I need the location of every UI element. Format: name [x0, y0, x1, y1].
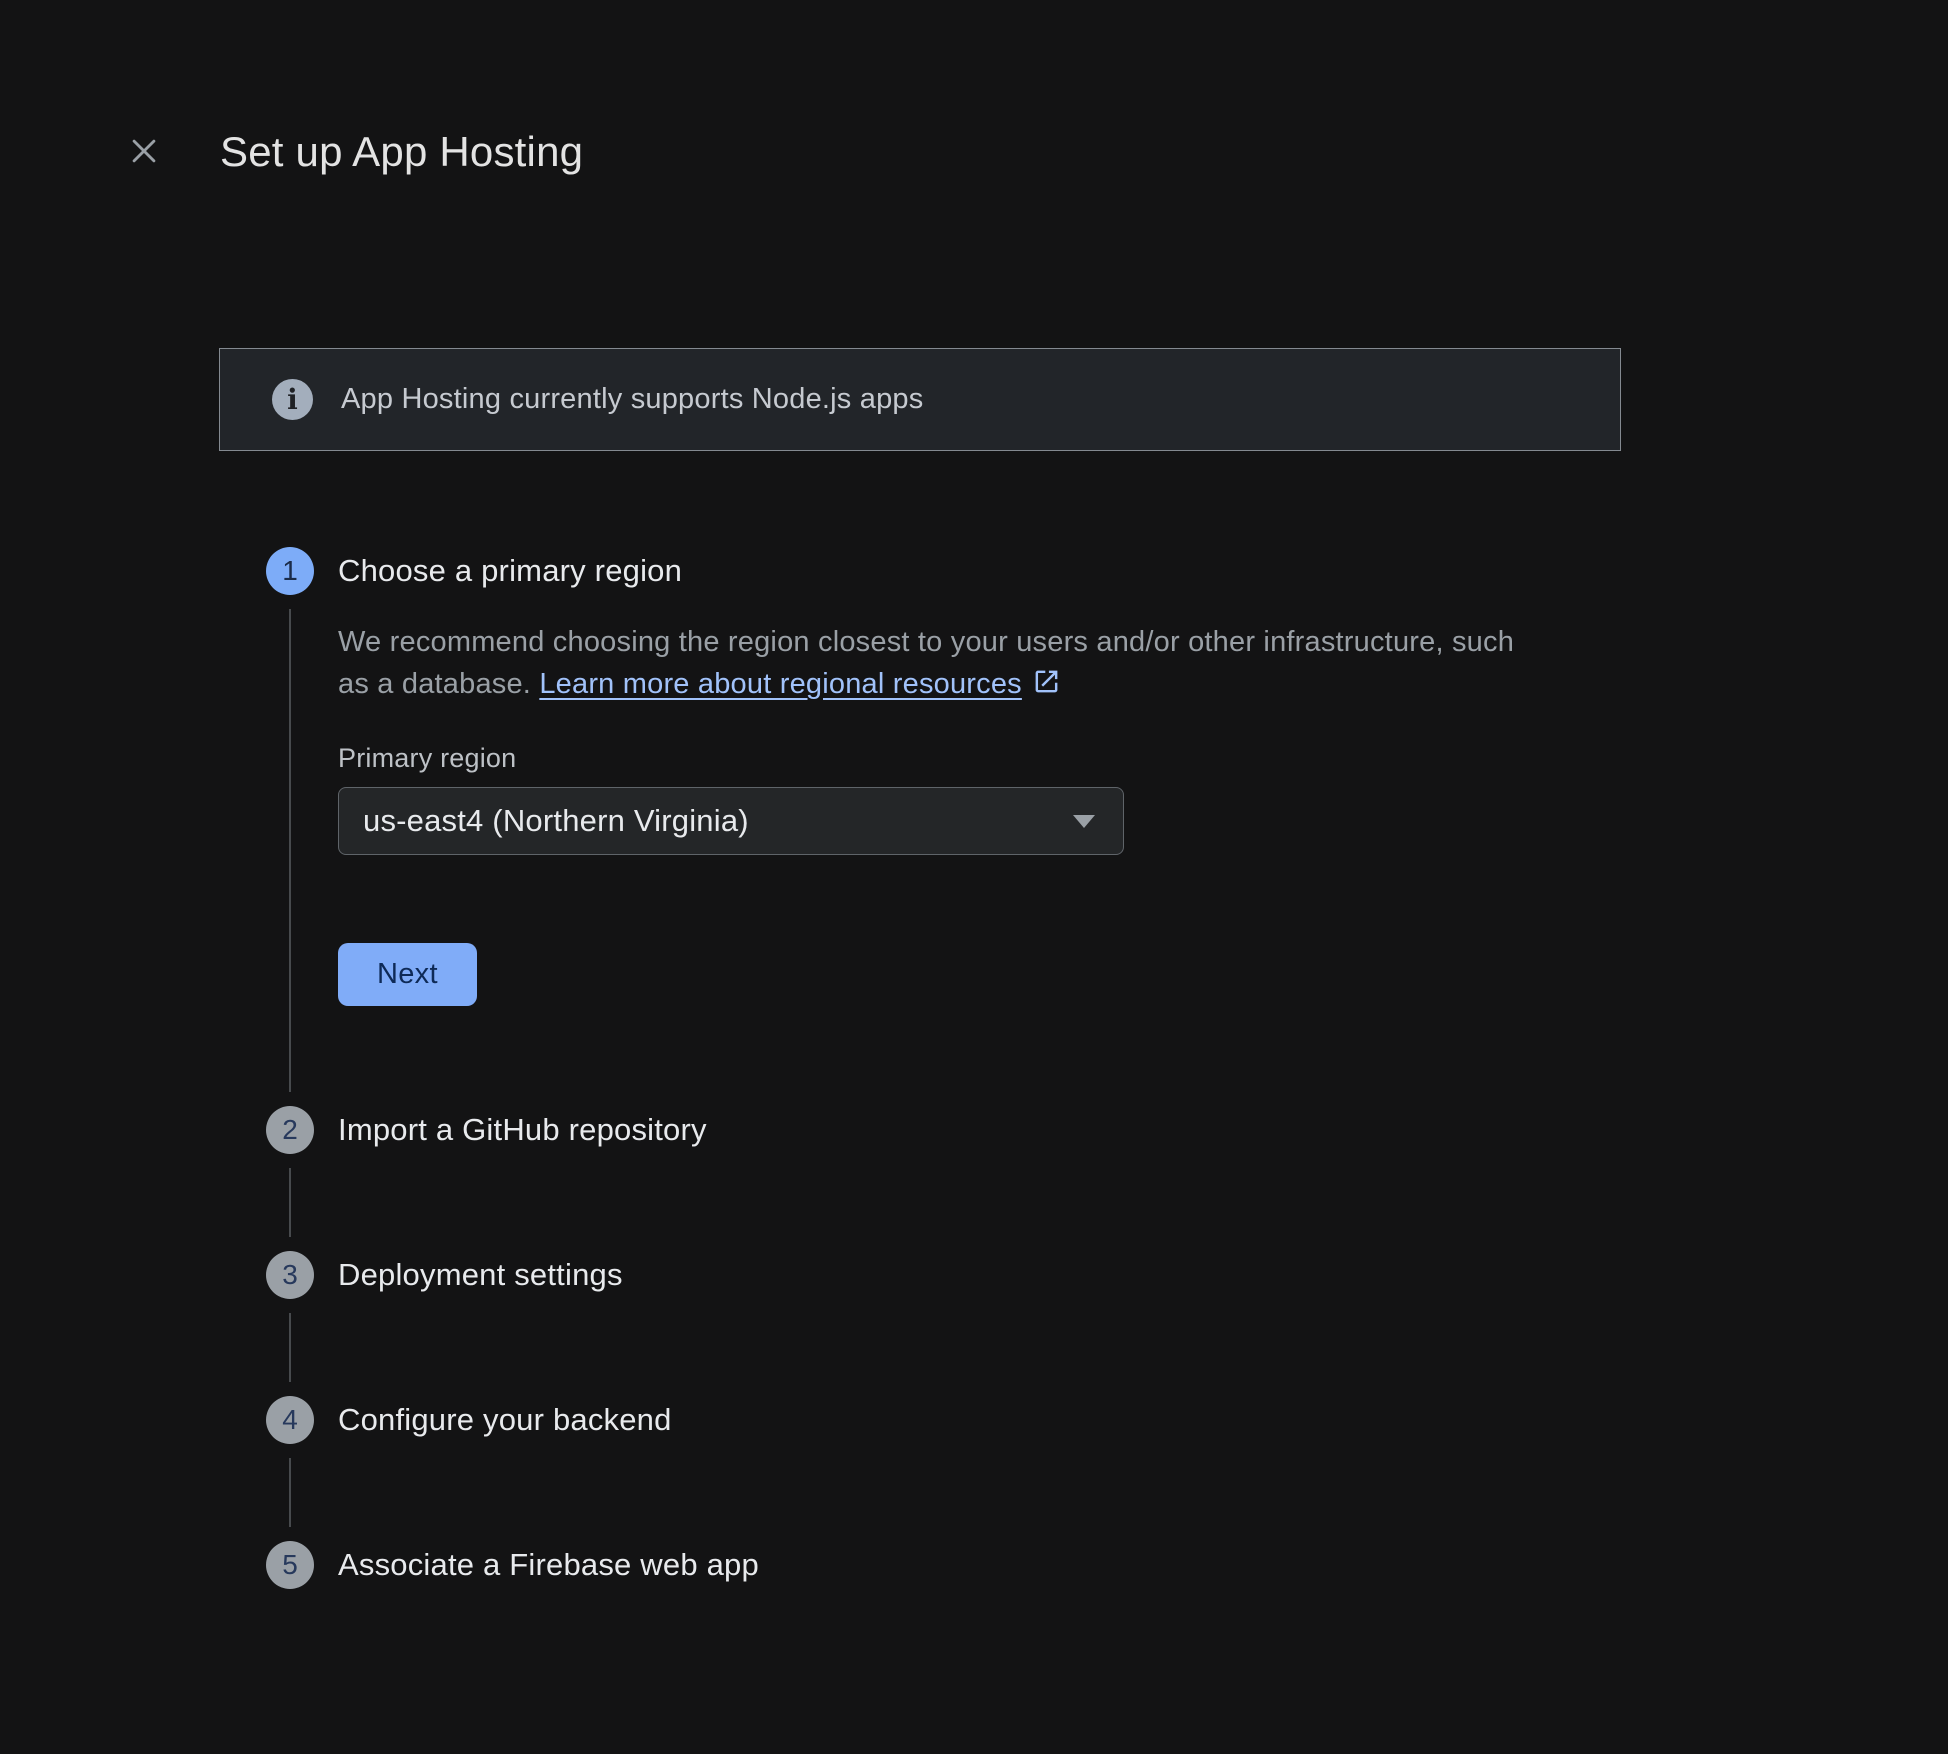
step-import-github-repository: 2 Import a GitHub repository — [266, 1106, 1948, 1251]
step-associate-firebase-web-app: 5 Associate a Firebase web app — [266, 1541, 1948, 1686]
step-rail: 4 — [266, 1396, 314, 1541]
close-button[interactable] — [124, 132, 164, 172]
step-connector-line — [289, 1168, 291, 1237]
step-rail: 5 — [266, 1541, 314, 1686]
step-rail: 2 — [266, 1106, 314, 1251]
close-icon — [127, 134, 161, 171]
page-title: Set up App Hosting — [220, 128, 583, 176]
step-title: Choose a primary region — [338, 547, 1948, 595]
setup-stepper: 1 Choose a primary region We recommend c… — [266, 547, 1948, 1686]
step-connector-line — [289, 1458, 291, 1527]
step-title: Configure your backend — [338, 1396, 1948, 1444]
step-number-badge: 3 — [266, 1251, 314, 1299]
step-deployment-settings: 3 Deployment settings — [266, 1251, 1948, 1396]
next-button[interactable]: Next — [338, 943, 477, 1006]
step-connector-line — [289, 1313, 291, 1382]
step-configure-your-backend: 4 Configure your backend — [266, 1396, 1948, 1541]
step-number-badge: 4 — [266, 1396, 314, 1444]
info-icon: i — [272, 379, 313, 420]
step-description: We recommend choosing the region closest… — [338, 621, 1533, 705]
step-rail: 3 — [266, 1251, 314, 1396]
step-number-badge: 2 — [266, 1106, 314, 1154]
step-rail: 1 — [266, 547, 314, 1106]
primary-region-value: us-east4 (Northern Virginia) — [363, 803, 1073, 839]
learn-more-link[interactable]: Learn more about regional resources — [539, 668, 1061, 700]
primary-region-label: Primary region — [338, 743, 1948, 774]
step-choose-primary-region: 1 Choose a primary region We recommend c… — [266, 547, 1948, 1106]
dialog-header: Set up App Hosting — [0, 0, 1948, 176]
info-banner: i App Hosting currently supports Node.js… — [219, 348, 1621, 451]
external-link-icon — [1032, 667, 1061, 696]
step-number-badge: 1 — [266, 547, 314, 595]
step-connector-line — [289, 609, 291, 1092]
dropdown-arrow-icon — [1073, 815, 1095, 828]
step-number-badge: 5 — [266, 1541, 314, 1589]
step-title: Import a GitHub repository — [338, 1106, 1948, 1154]
step-title: Deployment settings — [338, 1251, 1948, 1299]
primary-region-select[interactable]: us-east4 (Northern Virginia) — [338, 787, 1124, 855]
step-title: Associate a Firebase web app — [338, 1541, 1948, 1589]
info-banner-text: App Hosting currently supports Node.js a… — [341, 383, 923, 416]
